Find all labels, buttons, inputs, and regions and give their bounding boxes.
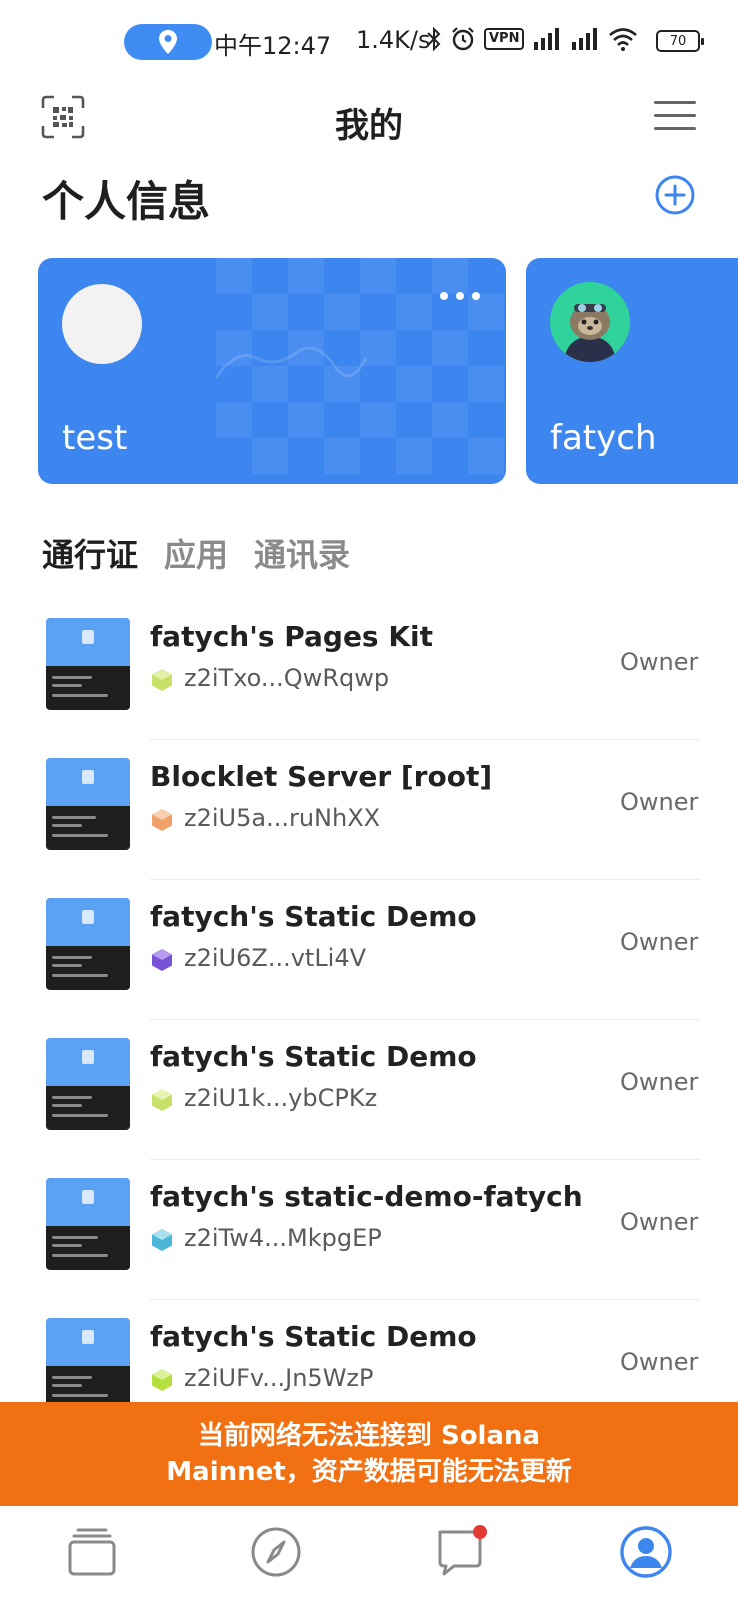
list-item[interactable]: Blocklet Server [root] z2iU5a...ruNhXX O… <box>0 740 738 880</box>
status-time: 中午12:47 <box>214 32 332 60</box>
item-title: fatych's Pages Kit <box>150 620 434 653</box>
menu-icon[interactable] <box>654 98 696 134</box>
page-title: 我的 <box>335 106 403 146</box>
location-pill[interactable] <box>124 24 212 60</box>
passport-list: fatych's Pages Kit z2iTxo...QwRqwp Owner… <box>0 600 738 1440</box>
item-did: z2iU1k...ybCPKz <box>184 1084 378 1112</box>
item-did: z2iTw4...MkpgEP <box>184 1224 382 1252</box>
list-item[interactable]: fatych's static-demo-fatych z2iTw4...Mkp… <box>0 1160 738 1300</box>
item-did: z2iU6Z...vtLi4V <box>184 944 367 972</box>
battery-icon: 70 <box>656 30 704 52</box>
signal-icon-1 <box>534 28 560 50</box>
bluetooth-icon <box>427 26 441 52</box>
bottom-nav <box>0 1506 738 1600</box>
list-item[interactable]: fatych's Static Demo z2iU1k...ybCPKz Own… <box>0 1020 738 1160</box>
vpn-badge: VPN <box>484 28 525 50</box>
list-item[interactable]: fatych's Pages Kit z2iTxo...QwRqwp Owner <box>0 600 738 740</box>
item-title: fatych's static-demo-fatych <box>150 1180 583 1213</box>
nav-profile-icon[interactable] <box>618 1524 674 1580</box>
alarm-icon <box>452 27 474 51</box>
item-role: Owner <box>620 788 699 816</box>
section-title: 个人信息 <box>42 177 211 226</box>
item-role: Owner <box>620 1068 699 1096</box>
sloth-avatar-icon <box>550 282 630 362</box>
item-title: fatych's Static Demo <box>150 1320 477 1353</box>
profile-card-test[interactable]: test <box>38 258 506 484</box>
card-name: fatych <box>550 418 657 458</box>
item-did: z2iU5a...ruNhXX <box>184 804 381 832</box>
location-pin-icon <box>159 30 177 54</box>
nav-explore-icon[interactable] <box>248 1524 304 1580</box>
did-avatar-icon <box>152 949 172 971</box>
network-warning-banner: 当前网络无法连接到 Solana Mainnet，资产数据可能无法更新 <box>0 1402 738 1506</box>
card-name: test <box>62 418 128 458</box>
nav-wallet-icon[interactable] <box>64 1524 120 1580</box>
signal-icon-2 <box>572 28 598 50</box>
tab-bar: 通行证 应用 通讯录 <box>42 530 350 576</box>
item-title: fatych's Static Demo <box>150 1040 477 1073</box>
passport-thumbnail <box>46 1038 130 1130</box>
passport-thumbnail <box>46 758 130 850</box>
status-icons: VPN <box>426 26 638 52</box>
tab-passport[interactable]: 通行证 <box>42 530 138 576</box>
passport-thumbnail <box>46 898 130 990</box>
passport-thumbnail <box>46 618 130 710</box>
status-bar: 中午12:47 1.4K/s VPN 70 <box>0 0 738 84</box>
more-options-icon[interactable] <box>438 288 482 304</box>
did-avatar-icon <box>152 809 172 831</box>
tab-apps[interactable]: 应用 <box>164 530 228 576</box>
did-avatar-icon <box>152 1369 172 1391</box>
item-title: fatych's Static Demo <box>150 900 477 933</box>
avatar-placeholder <box>62 284 142 364</box>
profile-card-fatych[interactable]: fatych <box>526 258 738 484</box>
did-avatar-icon <box>152 669 172 691</box>
avatar-sloth <box>550 282 630 362</box>
item-role: Owner <box>620 1208 699 1236</box>
wifi-icon <box>609 28 638 51</box>
banner-line-2: Mainnet，资产数据可能无法更新 <box>166 1457 572 1487</box>
item-role: Owner <box>620 648 699 676</box>
list-item[interactable]: fatych's Static Demo z2iU6Z...vtLi4V Own… <box>0 880 738 1020</box>
passport-thumbnail <box>46 1318 130 1410</box>
add-circle-icon[interactable] <box>654 174 696 216</box>
tab-contacts[interactable]: 通讯录 <box>254 530 350 576</box>
item-role: Owner <box>620 1348 699 1376</box>
nav-messages-icon[interactable] <box>434 1524 490 1580</box>
item-title: Blocklet Server [root] <box>150 760 493 793</box>
did-avatar-icon <box>152 1089 172 1111</box>
banner-line-1: 当前网络无法连接到 Solana <box>197 1421 541 1451</box>
header: 我的 <box>0 84 738 154</box>
item-did: z2iTxo...QwRqwp <box>184 664 390 692</box>
did-avatar-icon <box>152 1229 172 1251</box>
network-speed: 1.4K/s <box>356 26 431 54</box>
passport-thumbnail <box>46 1178 130 1270</box>
item-did: z2iUFv...Jn5WzP <box>184 1364 374 1392</box>
item-role: Owner <box>620 928 699 956</box>
